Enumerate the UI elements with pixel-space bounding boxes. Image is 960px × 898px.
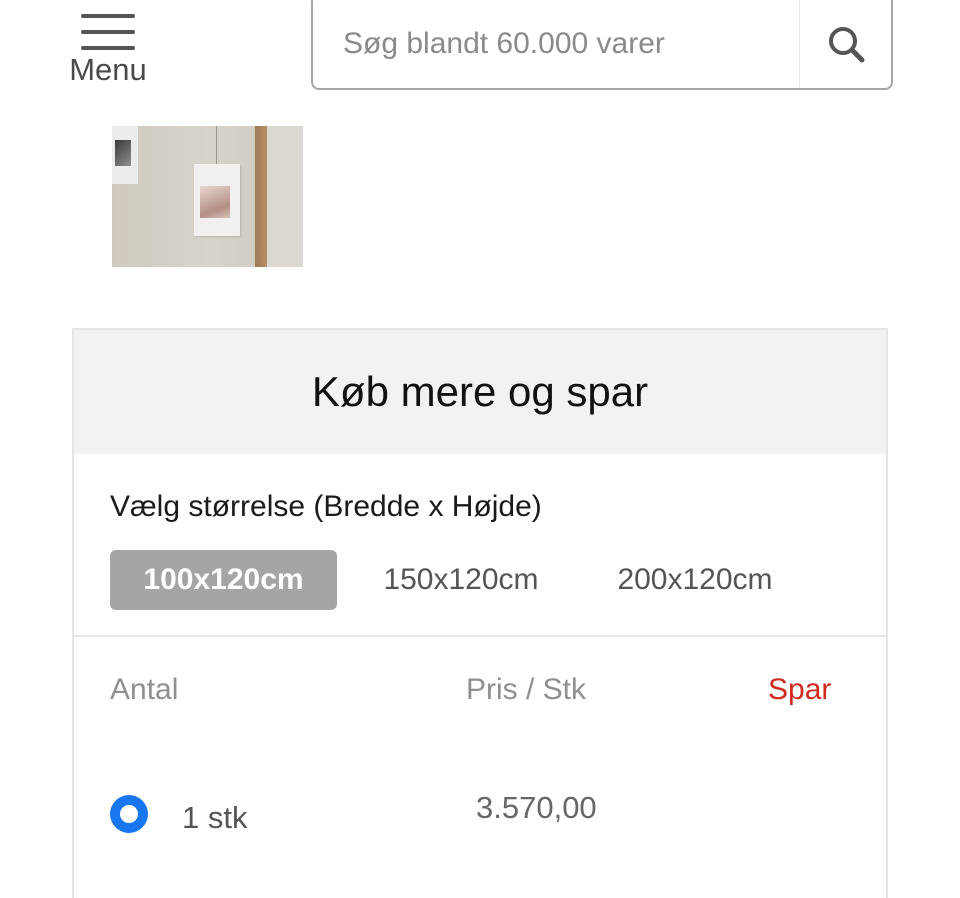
search-input[interactable]: [315, 4, 795, 84]
bulk-discount-panel: Køb mere og spar Vælg størrelse (Bredde …: [72, 328, 888, 898]
size-option-100x120[interactable]: 100x120cm: [110, 550, 337, 610]
search-box: [311, 0, 893, 90]
quantity-radio-selected[interactable]: [110, 795, 148, 833]
search-button[interactable]: [800, 0, 892, 88]
search-icon: [829, 27, 865, 63]
quantity-label: 1 stk: [182, 800, 248, 835]
page: Menu Køb mere og spar Vælg størrelse (Br…: [0, 0, 960, 898]
panel-header: Køb mere og spar: [74, 330, 886, 454]
column-header-save: Spar: [768, 673, 832, 706]
panel-title: Køb mere og spar: [311, 368, 649, 415]
hamburger-icon: [81, 14, 135, 54]
column-header-price: Pris / Stk: [466, 673, 587, 706]
column-header-quantity: Antal: [110, 673, 179, 706]
size-label: Vælg størrelse (Bredde x Højde): [110, 490, 542, 523]
size-option-200x120[interactable]: 200x120cm: [586, 550, 804, 610]
divider: [74, 635, 886, 637]
menu-label: Menu: [69, 52, 147, 87]
size-option-150x120[interactable]: 150x120cm: [352, 550, 570, 610]
price-per-unit: 3.570,00: [476, 790, 597, 825]
menu-button[interactable]: Menu: [64, 10, 152, 90]
product-thumbnail[interactable]: [112, 126, 303, 267]
